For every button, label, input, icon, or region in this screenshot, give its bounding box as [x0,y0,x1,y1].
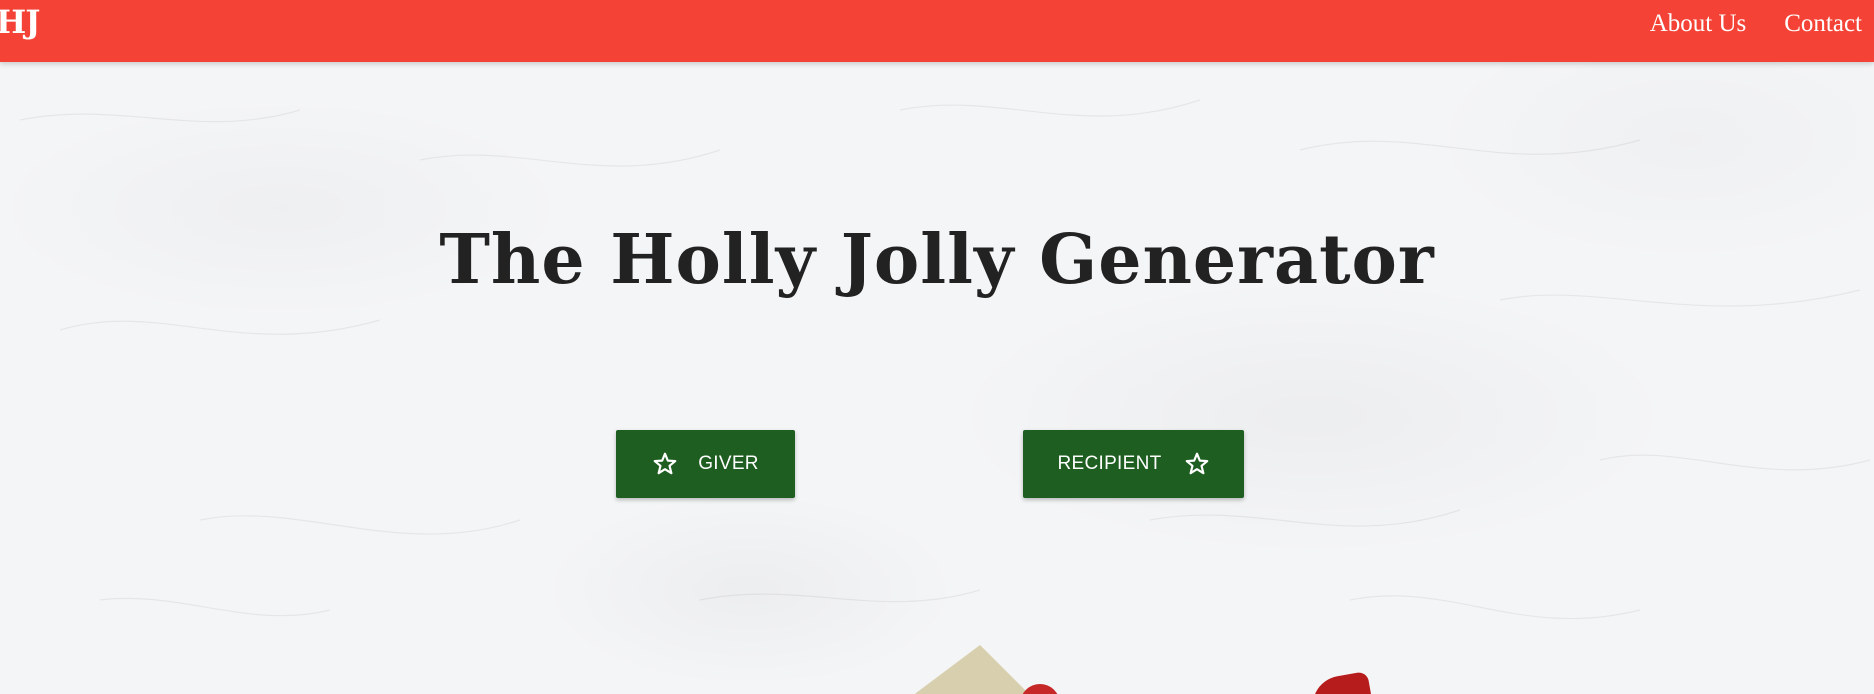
top-navbar: HJ About Us Contact [0,0,1874,62]
nav-links: About Us Contact [1612,0,1862,48]
site-logo[interactable]: HJ [0,0,40,44]
background-texture [19,99,1871,620]
nav-contact-link[interactable]: Contact [1784,10,1862,38]
recipient-button[interactable]: RECIPIENT [1023,430,1244,498]
nav-about-us-link[interactable]: About Us [1650,10,1747,38]
giver-button-label: GIVER [698,453,759,474]
giver-button[interactable]: GIVER [616,430,795,498]
textured-background [0,0,1874,694]
star-outline-icon [1184,451,1210,477]
recipient-button-label: RECIPIENT [1057,453,1162,474]
star-outline-icon [652,451,678,477]
page-title: The Holly Jolly Generator [439,220,1435,300]
gift-wrap-image [900,645,1040,694]
